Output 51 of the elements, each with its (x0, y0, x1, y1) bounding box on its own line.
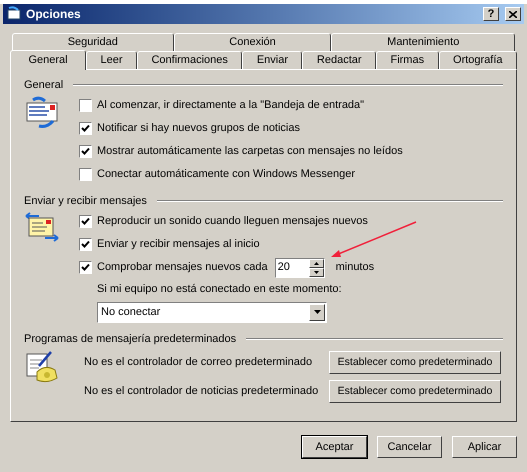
tab[interactable]: Confirmaciones (137, 51, 242, 69)
default-status-text: No es el controlador de noticias predeterminado (84, 384, 320, 400)
dialog-button[interactable]: Aplicar (452, 436, 517, 458)
dialog-button[interactable]: Aceptar (302, 436, 367, 458)
window-title: Opciones (26, 6, 82, 23)
tab[interactable]: Mantenimiento (331, 33, 516, 51)
spin-up-button[interactable] (308, 258, 324, 268)
help-button[interactable]: ? (483, 7, 499, 21)
up-arrow-icon (314, 262, 319, 264)
checkbox[interactable] (79, 261, 92, 274)
spin-down-button[interactable] (308, 268, 324, 276)
checkbox-label: Notificar si hay nuevos grupos de noticias (97, 121, 300, 136)
close-button[interactable] (505, 7, 521, 21)
section-heading: Programas de mensajería predeterminados (24, 332, 236, 347)
dropdown-arrow-icon (314, 310, 320, 314)
section-heading: General (24, 78, 64, 93)
tab[interactable]: Enviar (242, 51, 302, 69)
checkbox[interactable] (79, 238, 92, 251)
envelope-icon (25, 96, 59, 128)
offline-dropdown[interactable]: No conectar (97, 302, 327, 322)
checkbox-label: Conectar automáticamente con Windows Messenger (97, 167, 356, 182)
set-default-button[interactable]: Establecer como predeterminado (329, 380, 501, 403)
tab[interactable]: Redactar (302, 51, 376, 69)
dialog-button[interactable]: Cancelar (377, 436, 442, 458)
tab[interactable]: Ortografía (438, 51, 518, 69)
minutes-spinner[interactable]: 20 (274, 258, 325, 278)
tab[interactable]: Conexión (174, 33, 332, 51)
checkbox-label: Mostrar automáticamente las carpetas con mensajes no leídos (97, 144, 403, 160)
checkbox-label: Reproducir un sonido cuando lleguen mensajes nuevos (97, 214, 368, 230)
offline-label: Si mi equipo no está conectado en este momento: (97, 282, 342, 297)
set-default-button[interactable]: Establecer como predeterminado (329, 351, 501, 374)
tab[interactable]: Seguridad (12, 33, 174, 51)
close-icon (509, 10, 517, 18)
checkbox[interactable] (79, 145, 92, 158)
checkbox[interactable] (79, 168, 92, 181)
app-icon (6, 6, 22, 22)
checkbox[interactable] (79, 122, 92, 135)
tab[interactable]: General (10, 50, 86, 70)
document-phone-icon (25, 350, 59, 384)
down-arrow-icon (314, 270, 319, 274)
tab[interactable]: Firmas (376, 51, 439, 69)
checkbox-label: Comprobar mensajes nuevos cada (97, 260, 268, 276)
unit-label: minutos (336, 260, 374, 276)
checkbox-label: Enviar y recibir mensajes al inicio (97, 237, 260, 252)
default-status-text: No es el controlador de correo predeterminado (84, 355, 314, 370)
tab[interactable]: Leer (86, 51, 138, 69)
checkbox-label: Al comenzar, ir directamente a la "Bandeja de entrada" (97, 98, 364, 114)
checkbox[interactable] (79, 99, 92, 112)
checkbox[interactable] (79, 215, 92, 228)
envelope-arrows-icon (25, 212, 59, 242)
section-heading: Enviar y recibir mensajes (24, 194, 147, 209)
